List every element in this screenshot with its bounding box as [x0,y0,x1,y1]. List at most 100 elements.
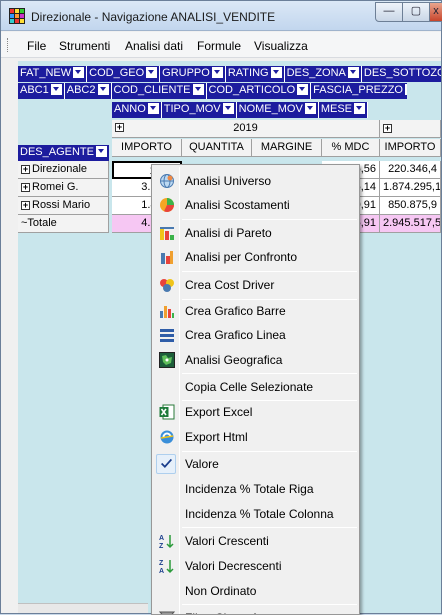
field-cod-cliente[interactable]: COD_CLIENTE [112,83,207,99]
dropdown-arrow-icon[interactable] [146,67,158,78]
menu-item-crea-grafico-barre[interactable]: Crea Grafico Barre [154,300,357,322]
dropdown-arrow-icon[interactable] [270,67,282,78]
menu-item-analisi-geografica[interactable]: Analisi Geografica [154,349,357,371]
menu-item-valori-crescenti[interactable]: AZ Valori Crescenti [154,530,357,552]
menu-item-analisi-scostamenti[interactable]: Analisi Scostamenti [154,194,357,216]
menu-item-export-html[interactable]: Export Html [154,426,357,448]
dropdown-arrow-icon[interactable] [192,84,204,95]
menu-analisi-dati[interactable]: Analisi dati [125,39,183,53]
dropdown-arrow-icon[interactable] [147,103,159,114]
menu-visualizza[interactable]: Visualizza [254,39,308,53]
header-importo[interactable]: IMPORTO [112,139,182,157]
svg-text:Z: Z [159,543,164,549]
dropdown-arrow-icon[interactable] [222,103,234,114]
cell-importo2-totale[interactable]: 2.945.517,5 [380,215,441,233]
pie-chart-icon [160,198,174,212]
dropdown-arrow-icon[interactable] [211,67,223,78]
maximize-button[interactable]: ▢ [402,2,430,22]
expand-icon[interactable]: + [21,183,30,192]
menu-bar: File Strumenti Analisi dati Formule Visu… [1,32,441,58]
line-chart-icon [160,329,174,342]
close-button[interactable]: x [429,2,442,22]
header-importo-2[interactable]: IMPORTO [380,139,441,157]
header-margine[interactable]: MARGINE [252,139,322,157]
minimize-button[interactable]: — [375,2,403,22]
header-mdc[interactable]: % MDC [322,139,380,157]
field-fascia-prezzo[interactable]: FASCIA_PREZZO [311,83,407,99]
menu-separator [182,527,357,528]
expand-icon[interactable]: + [21,201,30,210]
dropdown-arrow-icon[interactable] [404,84,407,95]
compare-chart-icon [161,251,173,264]
menu-item-valori-decrescenti[interactable]: ZA Valori Decrescenti [154,555,357,577]
expand-icon[interactable]: + [115,123,124,132]
svg-text:A: A [159,568,164,574]
field-fat-new[interactable]: FAT_NEW [18,66,88,82]
toolbar-grip [7,38,10,52]
horizontal-scrollbar[interactable] [18,603,148,613]
dropdown-arrow-icon[interactable] [95,146,107,157]
field-des-zona[interactable]: DES_ZONA [285,66,362,82]
dropdown-arrow-icon[interactable] [347,67,359,78]
dropdown-arrow-icon[interactable] [304,103,316,114]
row-header-direzionale[interactable]: + Direzionale [18,161,109,179]
row-header-rossi[interactable]: + Rossi Mario [18,197,109,215]
menu-separator [182,271,357,272]
menu-item-analisi-confronto[interactable]: Analisi per Confronto [154,246,357,268]
field-cod-articolo[interactable]: COD_ARTICOLO [207,83,312,99]
field-abc2[interactable]: ABC2 [65,83,112,99]
menu-item-valore[interactable]: Valore [154,453,357,475]
cell-importo2-rossi[interactable]: 850.875,9 [380,197,441,215]
menu-strumenti[interactable]: Strumenti [59,39,110,53]
menu-item-incidenza-colonna[interactable]: Incidenza % Totale Colonna [154,503,357,525]
menu-item-crea-cost-driver[interactable]: Crea Cost Driver [154,274,357,296]
field-gruppo[interactable]: GRUPPO [160,66,226,82]
menu-item-analisi-universo[interactable]: Analisi Universo [154,170,357,192]
field-rating[interactable]: RATING [226,66,285,82]
menu-file[interactable]: File [27,39,46,53]
menu-formule[interactable]: Formule [197,39,241,53]
menu-item-analisi-pareto[interactable]: Analisi di Pareto [154,222,357,244]
menu-item-incidenza-riga[interactable]: Incidenza % Totale Riga [154,478,357,500]
field-abc1[interactable]: ABC1 [18,83,65,99]
dropdown-arrow-icon[interactable] [354,103,365,114]
menu-item-export-excel[interactable]: Export Excel [154,401,357,423]
field-nome-mov[interactable]: NOME_MOV [237,102,319,118]
window-title: Direzionale - Navigazione ANALISI_VENDIT… [31,10,276,24]
field-des-agente[interactable]: DES_AGENTE [18,145,109,161]
dropdown-arrow-icon[interactable] [297,84,309,95]
field-cod-geo[interactable]: COD_GEO [87,66,161,82]
dropdown-arrow-icon[interactable] [97,84,109,95]
expand-icon[interactable]: + [21,165,30,174]
dropdown-arrow-icon[interactable] [50,84,62,95]
sort-ascending-icon: AZ [159,535,174,549]
cell-importo2-direzionale[interactable]: 220.346,4 [380,161,441,179]
globe-icon [160,174,174,188]
field-des-sottozon[interactable]: DES_SOTTOZON [362,66,441,82]
field-anno[interactable]: ANNO [112,102,162,118]
cell-importo2-romei[interactable]: 1.874.295,1 [380,179,441,197]
title-bar: Direzionale - Navigazione ANALISI_VENDIT… [1,1,442,31]
dropdown-arrow-icon[interactable] [73,67,85,78]
row-header-totale[interactable]: ~Totale [18,215,109,233]
menu-item-copia-celle[interactable]: Copia Celle Selezionate [154,376,357,398]
app-icon [9,8,25,24]
sort-descending-icon: ZA [159,560,174,574]
expand-icon[interactable]: + [383,124,392,133]
menu-item-non-ordinato[interactable]: Non Ordinato [154,580,357,602]
html-icon [160,430,174,444]
app-window: Direzionale - Navigazione ANALISI_VENDIT… [0,0,442,615]
field-mese[interactable]: MESE [319,102,368,118]
header-quantita[interactable]: QUANTITA [182,139,252,157]
svg-text:A: A [159,535,164,542]
context-menu: Analisi Universo Analisi Scostamenti Ana… [151,164,360,615]
row-header-romei[interactable]: + Romei G. [18,179,109,197]
map-icon [159,352,175,368]
bar-chart-icon [160,306,174,318]
year-header-next: + [380,120,441,138]
field-bar-row-1: FAT_NEW COD_GEO GRUPPO RATING DES_ZONA DES_SO… [18,66,441,82]
menu-separator [182,219,357,220]
field-tipo-mov[interactable]: TIPO_MOV [162,102,237,118]
menu-separator [182,451,357,452]
menu-item-crea-grafico-linea[interactable]: Crea Grafico Linea [154,324,357,346]
